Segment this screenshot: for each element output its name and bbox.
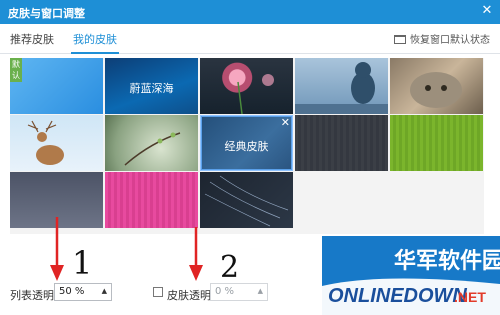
- list-opacity-label: 列表透明: [10, 289, 54, 302]
- skin-green[interactable]: [390, 115, 483, 171]
- tab-recommended-skins[interactable]: 推荐皮肤: [10, 31, 54, 47]
- skin-label: 蔚蓝深海: [129, 82, 174, 95]
- watermark-en-text: ONLINEDOWN: [328, 285, 467, 307]
- skin-cat-silhouette[interactable]: [295, 58, 388, 114]
- annotation-two: 2: [220, 250, 240, 285]
- skin-branch[interactable]: [105, 115, 198, 171]
- list-opacity-value: 50 %: [59, 286, 85, 297]
- window-restore-icon: [394, 35, 406, 44]
- skin-opacity-spinner[interactable]: 0 % ▲: [210, 283, 268, 301]
- remove-skin-icon[interactable]: ✕: [281, 116, 290, 129]
- skin-azure-sea[interactable]: 蔚蓝深海: [105, 58, 198, 114]
- skin-kitten[interactable]: [390, 58, 483, 114]
- skin-opacity-value: 0 %: [215, 286, 235, 297]
- watermark-graphic: 华军软件园 ONLINEDOWN .NET: [322, 236, 500, 315]
- close-icon[interactable]: ✕: [480, 4, 494, 18]
- kitten-image: [410, 72, 462, 108]
- default-badge: 默认: [10, 58, 22, 82]
- deer-image: [27, 120, 64, 165]
- annotation-one: 1: [72, 244, 93, 282]
- spinner-up-icon[interactable]: ▲: [258, 287, 263, 295]
- skin-star-trails[interactable]: [200, 172, 293, 228]
- watermark-cn-text: 华军软件园: [394, 248, 500, 273]
- red-arrow-icon: [189, 227, 203, 281]
- list-opacity-spinner[interactable]: 50 % ▲: [54, 283, 112, 301]
- title-bar: 皮肤与窗口调整 ✕: [0, 0, 500, 24]
- skin-pink-flower[interactable]: [200, 58, 293, 114]
- skin-grid: 默认 蔚蓝深海 经典皮肤 ✕: [10, 58, 484, 234]
- skin-label: 经典皮肤: [224, 140, 269, 153]
- tab-bar: 推荐皮肤 我的皮肤 恢复窗口默认状态: [0, 24, 500, 54]
- skin-deer[interactable]: [10, 115, 103, 171]
- restore-default-label: 恢复窗口默认状态: [410, 35, 490, 46]
- cat-image: [295, 62, 388, 114]
- spinner-up-icon[interactable]: ▲: [102, 287, 107, 295]
- restore-default-button[interactable]: 恢复窗口默认状态: [394, 31, 490, 46]
- watermark-logo: 华军软件园 ONLINEDOWN .NET: [322, 236, 500, 315]
- skin-classic[interactable]: 经典皮肤 ✕: [200, 115, 293, 171]
- tab-my-skins[interactable]: 我的皮肤: [71, 31, 119, 54]
- branch-image: [124, 132, 181, 166]
- skin-opacity-checkbox[interactable]: [153, 287, 163, 297]
- flower-image: [237, 74, 274, 114]
- skin-opacity-label: 皮肤透明: [167, 289, 211, 302]
- skin-default[interactable]: 默认: [10, 58, 103, 114]
- star-trails-image: [204, 175, 289, 227]
- skin-dark-fabric[interactable]: [295, 115, 388, 171]
- skin-pink[interactable]: [105, 172, 198, 228]
- watermark-suffix-text: .NET: [454, 289, 486, 305]
- window-title: 皮肤与窗口调整: [8, 7, 85, 20]
